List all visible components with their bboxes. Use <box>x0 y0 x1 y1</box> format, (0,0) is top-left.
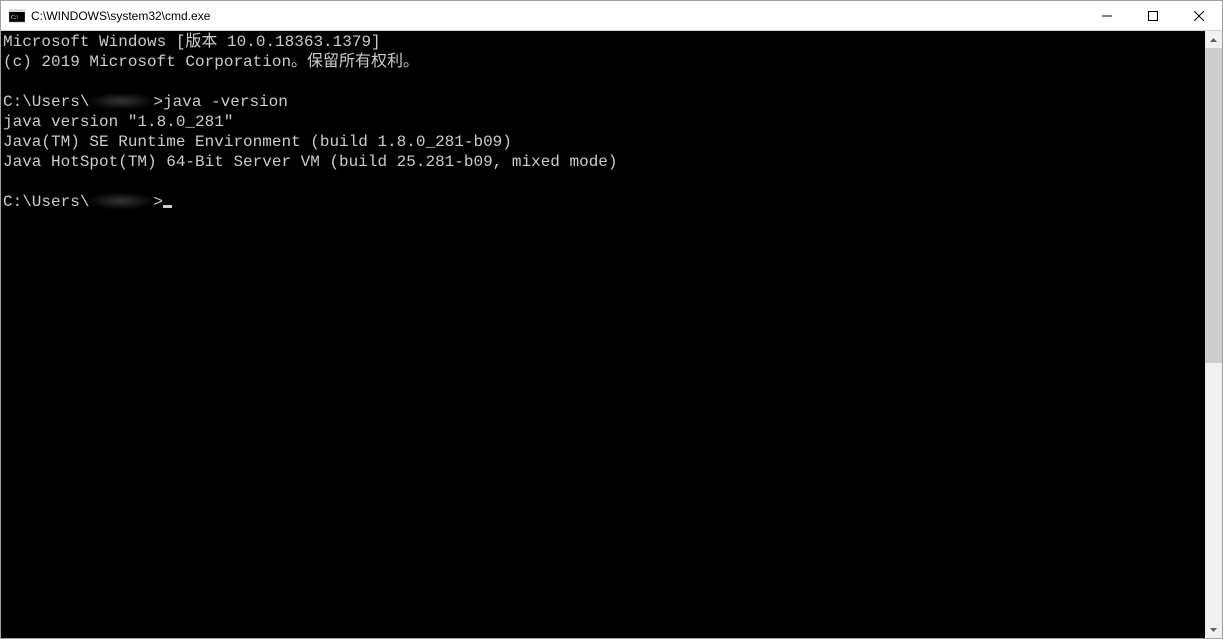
chevron-up-icon <box>1210 38 1217 42</box>
minimize-button[interactable] <box>1084 1 1130 30</box>
prompt-suffix: > <box>153 193 163 211</box>
cursor-icon <box>163 205 172 208</box>
console-header: Microsoft Windows [版本 10.0.18363.1379] <box>3 33 381 51</box>
titlebar-left: C:\ C:\WINDOWS\system32\cmd.exe <box>1 8 1084 24</box>
window-title: C:\WINDOWS\system32\cmd.exe <box>31 9 210 23</box>
vertical-scrollbar[interactable] <box>1205 31 1222 638</box>
window-controls <box>1084 1 1222 30</box>
redacted-username <box>89 193 153 209</box>
client-area: Microsoft Windows [版本 10.0.18363.1379] (c… <box>1 31 1222 638</box>
console-output[interactable]: Microsoft Windows [版本 10.0.18363.1379] (c… <box>1 31 1205 638</box>
scroll-down-button[interactable] <box>1205 621 1222 638</box>
prompt-prefix: C:\Users\ <box>3 93 89 111</box>
output-line-2: Java HotSpot(TM) 64-Bit Server VM (build… <box>3 153 618 171</box>
output-line-0: java version "1.8.0_281" <box>3 113 233 131</box>
prompt-prefix: C:\Users\ <box>3 193 89 211</box>
scrollbar-thumb[interactable] <box>1205 48 1222 363</box>
scrollbar-track[interactable] <box>1205 48 1222 621</box>
svg-text:C:\: C:\ <box>11 15 19 21</box>
close-button[interactable] <box>1176 1 1222 30</box>
command-text: java -version <box>163 93 288 111</box>
output-line-1: Java(TM) SE Runtime Environment (build 1… <box>3 133 512 151</box>
cmd-icon: C:\ <box>9 8 25 24</box>
prompt-suffix: > <box>153 93 163 111</box>
titlebar[interactable]: C:\ C:\WINDOWS\system32\cmd.exe <box>1 1 1222 31</box>
console-copyright: (c) 2019 Microsoft Corporation。保留所有权利。 <box>3 53 419 71</box>
chevron-down-icon <box>1210 628 1217 632</box>
scroll-up-button[interactable] <box>1205 31 1222 48</box>
maximize-button[interactable] <box>1130 1 1176 30</box>
redacted-username <box>89 93 153 109</box>
